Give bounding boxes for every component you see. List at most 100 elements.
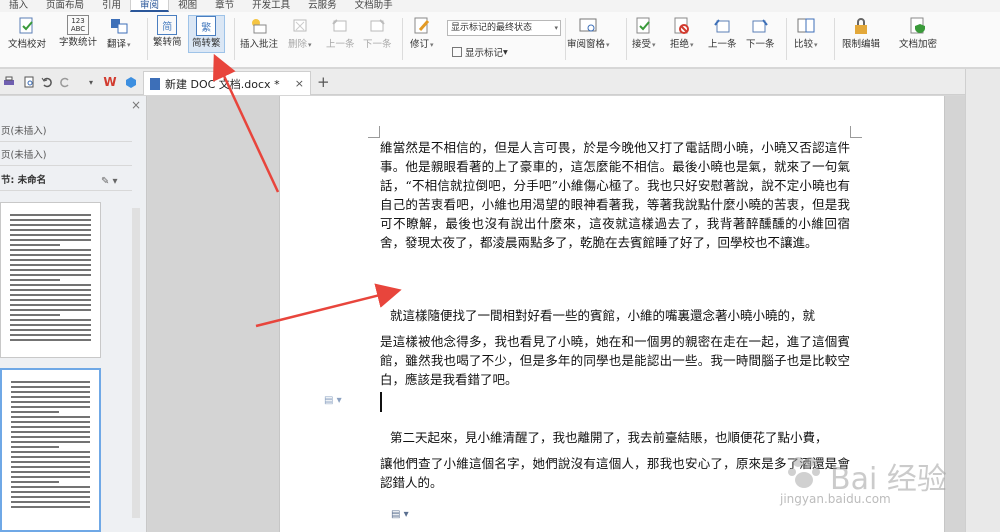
chevron-down-icon[interactable]: ▾ [84, 75, 98, 89]
next-comment-button[interactable]: 下一条 [363, 15, 392, 51]
next-change-button[interactable]: 下一条 [746, 15, 775, 51]
prev-comment-button[interactable]: 上一条 [326, 15, 355, 51]
thumbnail-text-line [11, 491, 90, 493]
thumbnail-text-line [11, 501, 90, 503]
thumbnail-text-line [10, 219, 91, 221]
comment-icon [248, 15, 270, 37]
thumbnail-text-line [10, 304, 91, 306]
thumbnail-text-line [10, 264, 91, 266]
tab-developer[interactable]: 开发工具 [243, 0, 299, 12]
tab-insert[interactable]: 插入 [0, 0, 37, 12]
paw-logo-icon [788, 457, 820, 488]
wps-logo-icon[interactable]: W [103, 75, 117, 89]
reject-button[interactable]: 拒绝▾ [670, 15, 694, 51]
paste-options-icon[interactable]: ▤ ▾ [391, 509, 413, 523]
thumbnail-text-line [10, 254, 91, 256]
page-thumbnail-selected[interactable] [0, 368, 101, 532]
undo-icon[interactable] [40, 75, 54, 89]
header-row[interactable]: 页(未插入) [0, 122, 132, 142]
accept-icon [633, 15, 655, 37]
ribbon-divider [834, 18, 835, 60]
delete-comment-button[interactable]: 删除▾ [288, 15, 312, 51]
compare-button[interactable]: 比较▾ [794, 15, 818, 51]
pencil-icon[interactable]: ✎ ▾ [101, 176, 118, 187]
paste-options-icon[interactable]: ▤ ▾ [324, 395, 346, 409]
text-cursor [380, 392, 382, 412]
thumbnail-text-line [10, 224, 91, 226]
thumbnail-text-line [10, 244, 60, 246]
thumbnail-text-line [10, 214, 91, 216]
thumbnail-text-line [11, 451, 90, 453]
paragraph[interactable]: 是這樣被他念得多，我也看見了小曉，她在和一個男的親密在走在一起，進了這個賓館，雖… [380, 332, 850, 389]
chevron-down-icon: ▾ [606, 41, 610, 49]
delete-comment-icon [289, 15, 311, 37]
trad-to-simp-button[interactable]: 简 繁转简 [153, 15, 182, 49]
thumbnail-text-line [10, 274, 91, 276]
compare-icon [795, 15, 817, 37]
thumbnail-text-line [10, 309, 91, 311]
markup-status-select[interactable]: 显示标记的最终状态 ▾ [447, 20, 561, 36]
tab-cloud[interactable]: 云服务 [299, 0, 346, 12]
translate-button[interactable]: 翻译▾ [107, 15, 131, 51]
close-icon[interactable]: × [295, 77, 304, 90]
tab-review[interactable]: 审阅 [130, 0, 170, 12]
thumbnail-text-line [11, 456, 90, 458]
paragraph[interactable]: 維當然是不相信的，但是人言可畏，於是今晚他又打了電話問小曉，小曉又否認這件事。他… [380, 138, 850, 252]
prev-change-button[interactable]: 上一条 [708, 15, 737, 51]
thumbnail-text-line [10, 289, 91, 291]
thumbnail-text-line [11, 386, 90, 388]
close-icon[interactable]: × [131, 98, 141, 112]
doc-check-button[interactable]: 文档校对 [8, 15, 46, 51]
word-count-button[interactable]: 123 ABC 字数统计 [59, 15, 97, 49]
navigation-pane: × 页(未插入) 页(未插入) 节: 未命名 ✎ ▾ [0, 96, 147, 532]
thumbnail-text-line [10, 269, 91, 271]
paragraph[interactable]: 第二天起來，見小維清醒了，我也離開了，我去前臺結賬，也順便花了點小費， [380, 428, 850, 447]
doc-check-icon [16, 15, 38, 37]
ribbon-divider [626, 18, 627, 60]
tab-page-layout[interactable]: 页面布局 [37, 0, 93, 12]
vertical-scrollbar[interactable] [132, 208, 140, 518]
tab-references[interactable]: 引用 [93, 0, 130, 12]
review-pane-icon [577, 15, 599, 37]
cube-icon[interactable] [124, 75, 138, 89]
redo-icon[interactable] [58, 75, 72, 89]
thumbnail-text-line [10, 279, 60, 281]
thumbnail-text-line [10, 284, 91, 286]
tab-section[interactable]: 章节 [206, 0, 243, 12]
thumbnail-text-line [11, 476, 90, 478]
paragraph[interactable]: 就這樣隨便找了一間相對好看一些的賓館，小維的嘴裏還念著小曉小曉的，就 [380, 306, 850, 325]
tab-view[interactable]: 视图 [169, 0, 206, 12]
thumbnail-text-line [11, 446, 59, 448]
thumbnail-text-line [11, 381, 90, 383]
doc-encrypt-button[interactable]: 文档加密 [899, 15, 937, 51]
footer-row[interactable]: 页(未插入) [0, 146, 132, 166]
thumbnail-text-line [11, 506, 90, 508]
print-preview-icon[interactable] [22, 75, 36, 89]
restrict-edit-button[interactable]: 限制编辑 [842, 15, 880, 51]
ribbon-review: 文档校对 123 ABC 字数统计 翻译▾ 简 繁转简 繁 简转繁 插入批注 删除… [0, 12, 1000, 68]
revise-button[interactable]: 修订▾ [410, 15, 434, 51]
tab-doc-assistant[interactable]: 文档助手 [346, 0, 402, 12]
ribbon-divider [402, 18, 403, 60]
thumbnail-text-line [11, 466, 90, 468]
thumbnail-text-line [11, 461, 90, 463]
document-tab[interactable]: 新建 DOC 文档.docx * × [143, 71, 311, 95]
thumbnail-text-line [11, 411, 59, 413]
insert-comment-button[interactable]: 插入批注 [240, 15, 278, 51]
simp-to-trad-button[interactable]: 繁 简转繁 [188, 15, 225, 53]
next-comment-icon [366, 15, 388, 37]
thumbnail-text-line [11, 486, 90, 488]
thumbnail-text-line [11, 406, 90, 408]
thumbnail-text-line [10, 334, 91, 336]
thumbnail-text-line [11, 431, 90, 433]
page-thumbnail[interactable] [0, 202, 101, 358]
word-doc-icon [150, 77, 160, 90]
accept-button[interactable]: 接受▾ [632, 15, 656, 51]
show-markup-button[interactable]: 显示标记 ▾ [452, 45, 508, 59]
review-pane-button[interactable]: 审阅窗格▾ [567, 15, 610, 51]
print-icon[interactable] [2, 75, 16, 89]
add-tab-icon[interactable]: + [317, 73, 330, 91]
ribbon-divider [234, 18, 235, 60]
baidu-watermark: Bai 经验 jingyan.baidu.com [770, 452, 990, 522]
thumbnail-text-line [11, 426, 90, 428]
